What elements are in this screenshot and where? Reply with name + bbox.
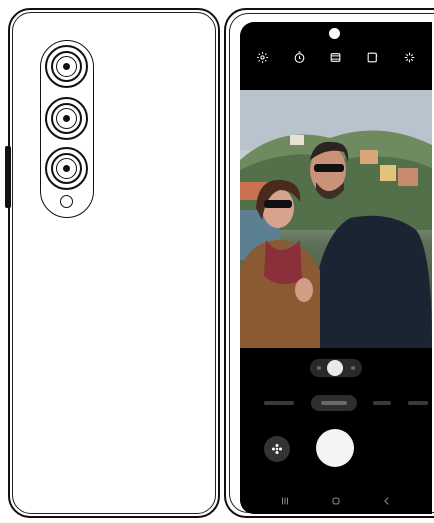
camera-mode-bar bbox=[240, 394, 432, 412]
recents-icon[interactable] bbox=[280, 496, 290, 506]
side-key bbox=[5, 146, 11, 208]
settings-button[interactable] bbox=[253, 48, 271, 66]
flash-led bbox=[60, 195, 73, 208]
filters-icon bbox=[404, 52, 415, 62]
zoom-active-knob[interactable] bbox=[327, 360, 343, 376]
zoom-step-dot[interactable] bbox=[317, 366, 321, 370]
mode-item[interactable] bbox=[264, 401, 294, 405]
timer-icon bbox=[294, 51, 305, 63]
mode-item-active[interactable] bbox=[310, 395, 357, 411]
mode-item[interactable] bbox=[373, 401, 392, 405]
settings-icon bbox=[256, 51, 268, 63]
aspect-ratio-button[interactable] bbox=[327, 48, 345, 66]
ultrawide-lens bbox=[45, 97, 88, 140]
home-icon[interactable] bbox=[331, 496, 341, 506]
camera-top-bar bbox=[240, 44, 432, 70]
rear-camera-module bbox=[40, 40, 94, 218]
mode-item[interactable] bbox=[407, 401, 428, 405]
motion-photo-button[interactable] bbox=[364, 48, 382, 66]
back-icon[interactable] bbox=[382, 496, 392, 506]
couple-selfie-photo bbox=[240, 90, 432, 348]
effects-button[interactable] bbox=[264, 436, 290, 462]
motion-photo-icon bbox=[367, 52, 378, 62]
filters-button[interactable] bbox=[401, 48, 419, 66]
shutter-button[interactable] bbox=[316, 429, 354, 467]
phone-back bbox=[8, 8, 220, 518]
front-camera-hole bbox=[329, 28, 340, 39]
aspect-ratio-icon bbox=[331, 52, 341, 62]
timer-button[interactable] bbox=[290, 48, 308, 66]
telephoto-lens bbox=[45, 147, 88, 190]
zoom-selector[interactable] bbox=[310, 359, 362, 377]
effects-icon bbox=[272, 444, 282, 454]
zoom-step-dot[interactable] bbox=[351, 366, 355, 370]
wide-lens bbox=[45, 45, 88, 88]
camera-viewfinder[interactable] bbox=[240, 90, 432, 348]
navigation-bar bbox=[240, 492, 432, 510]
camera-screen bbox=[240, 22, 432, 514]
